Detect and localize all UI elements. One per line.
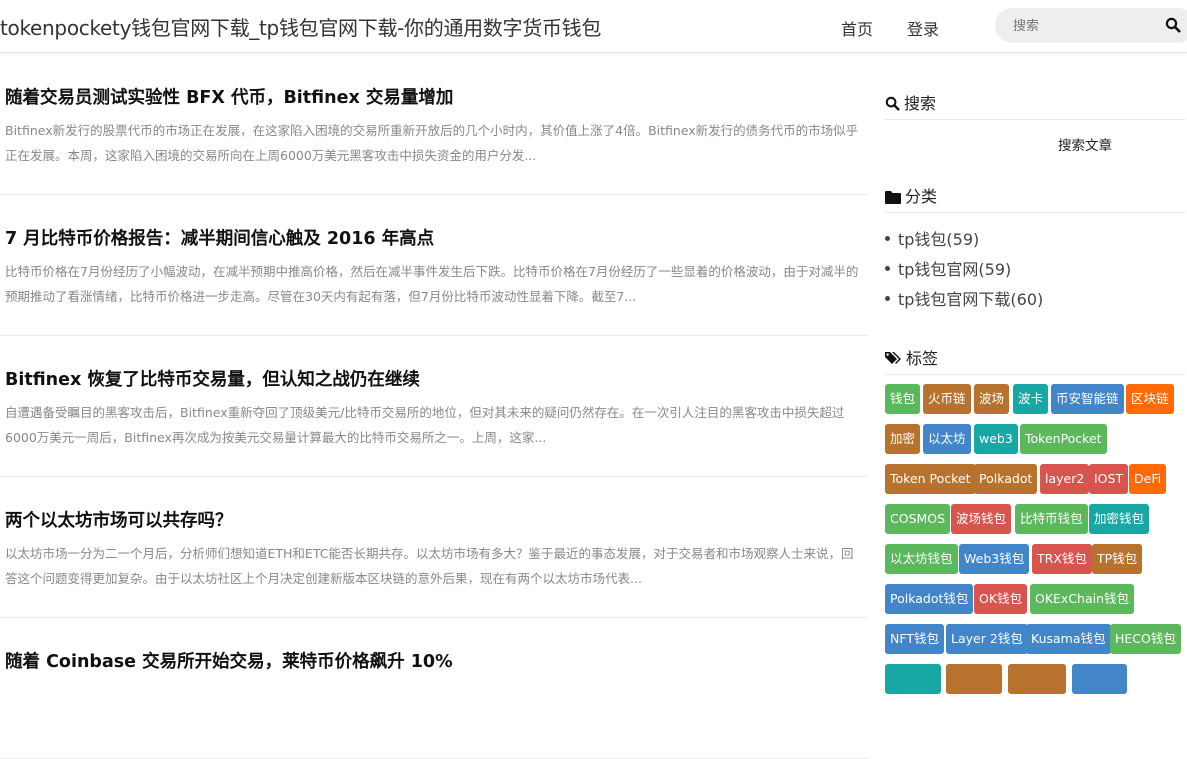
search-widget-label: 搜索: [904, 94, 937, 113]
search-article-button[interactable]: 搜索文章: [1058, 134, 1112, 154]
widget-divider: [885, 374, 1185, 375]
tag-link[interactable]: 区块链: [1126, 384, 1174, 414]
tag-link[interactable]: Token Pocket: [885, 464, 976, 494]
tag-link[interactable]: 波卡: [1013, 384, 1049, 414]
tag-link[interactable]: Polkadot: [974, 464, 1038, 494]
tag-link[interactable]: TokenPocket: [1020, 424, 1107, 454]
post-item: 随着 Coinbase 交易所开始交易，莱特币价格飙升 10%: [0, 618, 868, 759]
tag-link[interactable]: [1008, 664, 1066, 694]
folder-icon: [885, 191, 901, 204]
tags-icon: [885, 352, 901, 364]
tag-link[interactable]: Layer 2钱包: [946, 624, 1028, 654]
category-item[interactable]: tp钱包(59): [885, 226, 1043, 256]
category-widget-title: 分类: [885, 183, 937, 207]
category-item[interactable]: tp钱包官网(59): [885, 256, 1043, 286]
category-label[interactable]: tp钱包官网下载(60): [898, 290, 1043, 309]
bullet-icon: [885, 296, 890, 301]
category-list: tp钱包(59) tp钱包官网(59) tp钱包官网下载(60): [885, 226, 1043, 316]
post-excerpt: Bitfinex新发行的股票代币的市场正在发展，在这家陷入困境的交易所重新开放后…: [5, 123, 859, 163]
post-item: 随着交易员测试实验性 BFX 代币，Bitfinex 交易量增加 Bitfine…: [0, 54, 868, 195]
post-list: 随着交易员测试实验性 BFX 代币，Bitfinex 交易量增加 Bitfine…: [0, 54, 868, 759]
nav-login-link[interactable]: 登录: [907, 16, 939, 40]
post-title-link[interactable]: 随着交易员测试实验性 BFX 代币，Bitfinex 交易量增加: [5, 84, 453, 109]
tag-link[interactable]: [1072, 664, 1127, 694]
tags-widget-title: 标签: [885, 345, 938, 369]
post-item: 7 月比特币价格报告：减半期间信心触及 2016 年高点 比特币价格在7月份经历…: [0, 195, 868, 336]
tags-widget-label: 标签: [906, 349, 939, 368]
tag-link[interactable]: 钱包: [885, 384, 921, 414]
tag-link[interactable]: [946, 664, 1002, 694]
post-item: 两个以太坊市场可以共存吗？ 以太坊市场一分为二一个月后，分析师们想知道ETH和E…: [0, 477, 868, 618]
tag-link[interactable]: 币安智能链: [1051, 384, 1124, 414]
post-title-link[interactable]: 7 月比特币价格报告：减半期间信心触及 2016 年高点: [5, 225, 434, 250]
widget-divider: [885, 119, 1185, 120]
post-item: Bitfinex 恢复了比特币交易量，但认知之战仍在继续 自遭遇备受瞩目的黑客攻…: [0, 336, 868, 477]
tag-link[interactable]: 加密钱包: [1089, 504, 1150, 534]
tag-link[interactable]: Kusama钱包: [1026, 624, 1111, 654]
site-header: tokenpockety钱包官网下载_tp钱包官网下载-你的通用数字货币钱包 首…: [0, 0, 1187, 53]
tag-link[interactable]: 以太坊钱包: [885, 544, 958, 574]
post-title-link[interactable]: 两个以太坊市场可以共存吗？: [5, 507, 233, 532]
tag-link[interactable]: IOST: [1089, 464, 1129, 494]
post-excerpt: [5, 682, 863, 732]
tag-link[interactable]: Web3钱包: [959, 544, 1030, 574]
category-item[interactable]: tp钱包官网下载(60): [885, 286, 1043, 316]
tag-link[interactable]: OK钱包: [974, 584, 1028, 614]
header-search-box: [995, 8, 1187, 43]
category-label[interactable]: tp钱包官网(59): [898, 260, 1011, 279]
search-icon: [885, 96, 900, 111]
bullet-icon: [885, 266, 890, 271]
search-input[interactable]: [1013, 16, 1153, 36]
tag-link[interactable]: COSMOS: [885, 504, 951, 534]
tag-link[interactable]: TRX钱包: [1032, 544, 1092, 574]
category-label[interactable]: tp钱包(59): [898, 230, 979, 249]
nav-home-link[interactable]: 首页: [841, 16, 873, 40]
tag-link[interactable]: layer2: [1040, 464, 1090, 494]
tag-link[interactable]: Polkadot钱包: [885, 584, 974, 614]
search-icon[interactable]: [1165, 17, 1183, 35]
tag-link[interactable]: 加密: [885, 424, 921, 454]
category-widget-label: 分类: [905, 187, 938, 206]
tag-link[interactable]: 以太坊: [923, 424, 971, 454]
tag-link[interactable]: TP钱包: [1092, 544, 1143, 574]
post-excerpt: 比特币价格在7月份经历了小幅波动，在减半预期中推高价格，然后在减半事件发生后下跌…: [5, 264, 859, 304]
widget-divider: [885, 212, 1185, 213]
post-excerpt: 自遭遇备受瞩目的黑客攻击后，Bitfinex重新夺回了顶级美元/比特币交易所的地…: [5, 405, 845, 445]
post-excerpt: 以太坊市场一分为二一个月后，分析师们想知道ETH和ETC能否长期共存。以太坊市场…: [5, 546, 854, 586]
tag-link[interactable]: NFT钱包: [885, 624, 944, 654]
post-title-link[interactable]: Bitfinex 恢复了比特币交易量，但认知之战仍在继续: [5, 366, 420, 391]
tag-link[interactable]: [885, 664, 941, 694]
site-title-link[interactable]: tokenpockety钱包官网下载_tp钱包官网下载-你的通用数字货币钱包: [0, 12, 601, 41]
bullet-icon: [885, 236, 890, 241]
tag-link[interactable]: web3: [974, 424, 1018, 454]
tag-link[interactable]: 波场: [974, 384, 1010, 414]
tag-link[interactable]: 火币链: [923, 384, 971, 414]
tag-link[interactable]: 波场钱包: [951, 504, 1012, 534]
tag-link[interactable]: 比特币钱包: [1015, 504, 1088, 534]
post-title-link[interactable]: 随着 Coinbase 交易所开始交易，莱特币价格飙升 10%: [5, 648, 453, 673]
tag-link[interactable]: HECO钱包: [1110, 624, 1181, 654]
search-widget-title: 搜索: [885, 90, 936, 114]
tag-link[interactable]: OKExChain钱包: [1030, 584, 1135, 614]
tag-link[interactable]: DeFi: [1129, 464, 1167, 494]
